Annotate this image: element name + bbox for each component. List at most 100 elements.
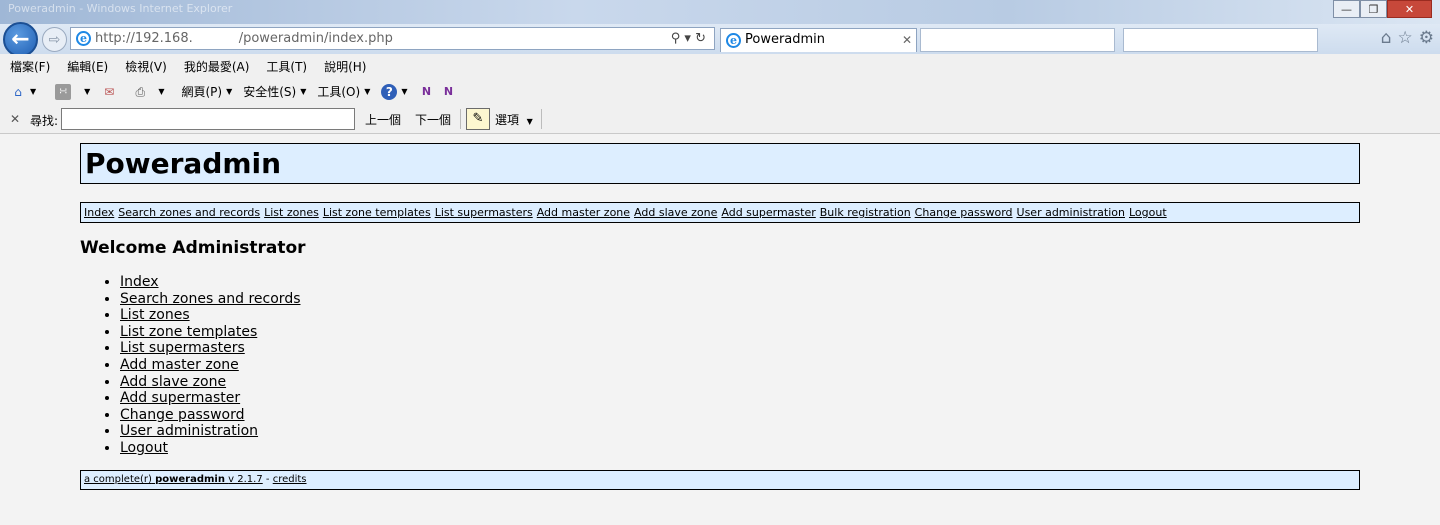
menu-link-change-password[interactable]: Change password [120, 407, 245, 423]
menu-favorites[interactable]: 我的最愛(A) [184, 58, 250, 75]
divider [460, 109, 461, 129]
safety-menu-button[interactable]: 安全性(S) ▼ [243, 83, 306, 100]
home-button[interactable]: ⌂ ▼ [10, 84, 36, 100]
search-icon[interactable]: ⚲ [671, 31, 681, 46]
forward-button[interactable]: ⇨ [42, 27, 67, 52]
nav-logout[interactable]: Logout [1129, 206, 1167, 219]
safety-menu-label: 安全性(S) [243, 85, 297, 99]
refresh-icon[interactable]: ↻ [695, 31, 706, 46]
nav-index[interactable]: Index [84, 206, 114, 219]
welcome-heading: Welcome Administrator [80, 238, 306, 258]
find-options-button[interactable]: 選項 ▼ [495, 111, 533, 128]
footer-credits-link[interactable]: credits [273, 474, 307, 485]
highlight-button[interactable]: ✎ [466, 108, 490, 130]
minimize-button[interactable]: — [1333, 0, 1360, 18]
list-item: Add supermaster [120, 390, 301, 407]
back-button[interactable]: ← [3, 22, 38, 57]
page-menu-button[interactable]: 網頁(P) ▼ [181, 83, 232, 100]
menu-help[interactable]: 說明(H) [324, 58, 366, 75]
feeds-button[interactable]: ∺ ▼ [55, 83, 90, 100]
tools-menu-label: 工具(O) [317, 85, 361, 99]
menu-link-user-administration[interactable]: User administration [120, 423, 258, 439]
nav-add-supermaster[interactable]: Add supermaster [721, 206, 815, 219]
menu-link-list-zones[interactable]: List zones [120, 307, 190, 323]
close-window-button[interactable]: ✕ [1387, 0, 1432, 18]
blank-tab-area[interactable] [920, 28, 1115, 52]
menu-view[interactable]: 檢視(V) [125, 58, 167, 75]
ie-logo-icon: e [76, 31, 91, 46]
main-menu-list: Index Search zones and records List zone… [80, 274, 301, 457]
find-previous-button[interactable]: 上一個 [365, 111, 401, 128]
nav-list-supermasters[interactable]: List supermasters [435, 206, 533, 219]
find-next-button[interactable]: 下一個 [415, 111, 451, 128]
address-tools: ⚲ ▾ ↻ [671, 28, 706, 49]
nav-bulk-registration[interactable]: Bulk registration [820, 206, 911, 219]
onenote-linked-button[interactable]: N [441, 84, 457, 100]
chevron-down-icon: ▼ [526, 117, 533, 126]
menu-tools[interactable]: 工具(T) [266, 58, 307, 75]
list-item: Search zones and records [120, 291, 301, 308]
url-path: /poweradmin/index.php [238, 31, 393, 46]
page-content: Poweradmin Index Search zones and records… [0, 135, 1440, 525]
nav-change-password[interactable]: Change password [915, 206, 1013, 219]
list-item: List zone templates [120, 324, 301, 341]
close-find-icon[interactable]: ✕ [10, 112, 20, 126]
forward-icon: ⇨ [48, 31, 61, 48]
chevron-down-icon[interactable]: ▾ [684, 31, 691, 46]
home-icon: ⌂ [14, 84, 22, 99]
find-input[interactable] [61, 108, 355, 130]
home-icon[interactable]: ⌂ [1381, 28, 1392, 48]
gear-icon[interactable]: ⚙ [1419, 28, 1434, 48]
menu-link-add-slave-zone[interactable]: Add slave zone [120, 374, 226, 390]
nav-add-slave-zone[interactable]: Add slave zone [634, 206, 717, 219]
top-nav: Index Search zones and records List zones L… [80, 202, 1360, 223]
nav-add-master-zone[interactable]: Add master zone [537, 206, 630, 219]
url-redaction [192, 31, 239, 46]
menu-link-add-master-zone[interactable]: Add master zone [120, 357, 239, 373]
mail-button[interactable]: ✉ [101, 84, 117, 100]
chevron-down-icon: ▼ [158, 87, 165, 96]
favorites-star-icon[interactable]: ☆ [1398, 28, 1413, 48]
print-button[interactable]: ⎙ ▼ [132, 84, 165, 100]
list-item: User administration [120, 423, 301, 440]
chevron-down-icon: ▼ [226, 87, 233, 96]
nav-list-zone-templates[interactable]: List zone templates [323, 206, 431, 219]
command-bar: ⌂ ▼ ∺ ▼ ✉ ⎙ ▼ 網頁(P) ▼ 安全性(S) ▼ 工具(O) ▼ ? ▼ N N [0, 78, 1440, 105]
help-button[interactable]: ? ▼ [381, 83, 408, 100]
find-label: 尋找: [30, 114, 59, 128]
window-controls: — ❐ ✕ [1333, 0, 1432, 18]
find-bar: ✕ 尋找: 上一個 下一個 ✎ 選項 ▼ [0, 105, 1440, 134]
tools-menu-button[interactable]: 工具(O) ▼ [317, 83, 370, 100]
menu-link-list-supermasters[interactable]: List supermasters [120, 340, 245, 356]
menu-link-add-supermaster[interactable]: Add supermaster [120, 390, 240, 406]
nav-search-zones[interactable]: Search zones and records [118, 206, 260, 219]
menu-link-index[interactable]: Index [120, 274, 159, 290]
footer-poweradmin-link[interactable]: a complete(r) poweradmin v 2.1.7 [84, 474, 263, 485]
close-tab-icon[interactable]: ✕ [902, 29, 912, 51]
menu-link-logout[interactable]: Logout [120, 440, 168, 456]
blank-tab-area[interactable] [1123, 28, 1318, 52]
nav-user-administration[interactable]: User administration [1017, 206, 1125, 219]
mail-icon: ✉ [104, 84, 115, 99]
list-item: List zones [120, 307, 301, 324]
feeds-icon: ∺ [55, 83, 72, 100]
menu-file[interactable]: 檔案(F) [10, 58, 50, 75]
onenote-icon: N [443, 84, 454, 98]
window-title: Poweradmin - Windows Internet Explorer [8, 2, 233, 15]
back-icon: ← [11, 27, 30, 52]
help-icon: ? [381, 83, 398, 100]
onenote-button[interactable]: N [419, 84, 435, 100]
menu-link-list-zone-templates[interactable]: List zone templates [120, 324, 257, 340]
nav-list-zones[interactable]: List zones [264, 206, 319, 219]
restore-button[interactable]: ❐ [1360, 0, 1387, 18]
url-host: http://192.168. [95, 31, 193, 46]
tab-title: Poweradmin [745, 32, 826, 47]
chevron-down-icon: ▼ [364, 87, 371, 96]
page-title: Poweradmin [85, 147, 282, 180]
list-item: Logout [120, 440, 301, 457]
address-bar[interactable]: e http://192.168. /poweradmin/index.php ⚲… [70, 27, 715, 50]
menu-link-search-zones[interactable]: Search zones and records [120, 291, 301, 307]
menu-edit[interactable]: 編輯(E) [67, 58, 108, 75]
list-item: List supermasters [120, 340, 301, 357]
tab-poweradmin[interactable]: e Poweradmin ✕ [720, 28, 917, 52]
